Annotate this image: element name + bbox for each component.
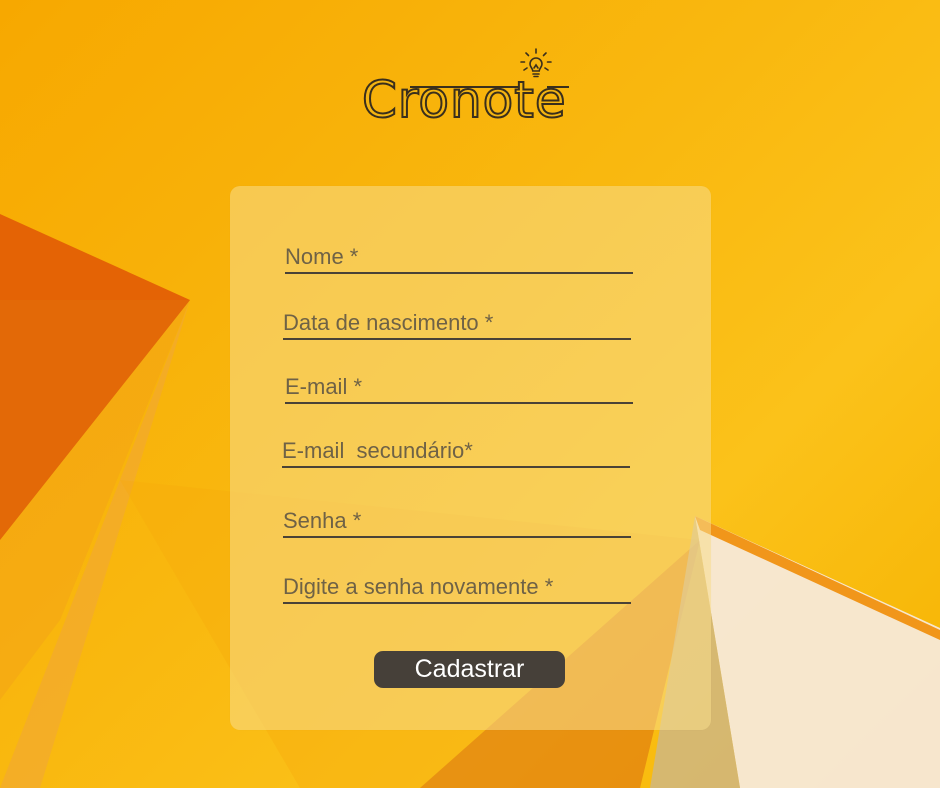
birthdate-field — [283, 308, 631, 340]
logo-wordmark: Cronote — [361, 70, 567, 130]
email-field — [285, 372, 633, 404]
birthdate-input[interactable] — [283, 310, 631, 336]
secondary-email-input[interactable] — [282, 438, 630, 464]
password-field — [283, 506, 631, 538]
register-button[interactable]: Cadastrar — [374, 651, 565, 688]
name-input[interactable] — [285, 244, 633, 270]
email-input[interactable] — [285, 374, 633, 400]
confirm-password-input[interactable] — [283, 574, 631, 600]
confirm-password-field — [283, 572, 631, 604]
secondary-email-field — [282, 436, 630, 468]
name-field — [285, 242, 633, 274]
signup-card: Cadastrar — [230, 186, 711, 730]
password-input[interactable] — [283, 508, 631, 534]
cronote-logo: Cronote — [360, 48, 580, 132]
